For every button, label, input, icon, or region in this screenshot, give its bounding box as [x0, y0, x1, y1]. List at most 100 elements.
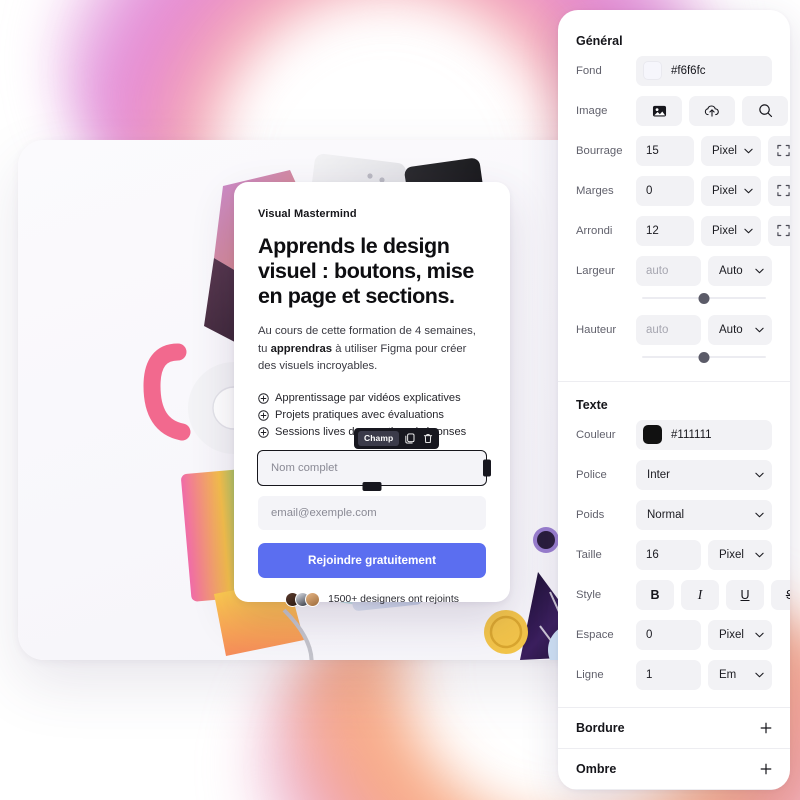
row-espace: Espace 0 Pixel [576, 617, 772, 652]
resize-handle-bottom[interactable] [362, 481, 382, 491]
couleur-color-value: #111111 [671, 428, 712, 441]
chevron-down-icon [755, 268, 764, 273]
chevron-down-icon [744, 188, 753, 193]
hauteur-slider-thumb[interactable] [698, 351, 710, 363]
duplicate-icon[interactable] [402, 431, 417, 446]
social-proof-label: 1500+ designers ont rejoints [328, 593, 459, 605]
join-free-button[interactable]: Rejoindre gratuitement [258, 542, 486, 578]
description-text: Au cours de cette formation de 4 semaine… [258, 323, 486, 374]
brand-label: Visual Mastermind [258, 208, 357, 220]
row-hauteur: Hauteur auto Auto [576, 312, 772, 347]
style-label: Style [576, 588, 602, 601]
chevron-down-icon [744, 228, 753, 233]
arrondi-unit-select[interactable]: Pixel [701, 215, 761, 246]
arrondi-label: Arrondi [576, 224, 613, 237]
underline-button[interactable]: U [726, 579, 764, 610]
image-icon[interactable] [636, 95, 682, 126]
row-bourrage: Bourrage 15 Pixel [576, 133, 790, 168]
cloud-upload-icon[interactable] [689, 95, 735, 126]
fond-color-swatch[interactable] [643, 61, 662, 80]
row-arrondi: Arrondi 12 Pixel [576, 213, 790, 248]
accordion-ombre-label: Ombre [576, 762, 617, 776]
accordion-ombre[interactable]: Ombre [576, 749, 772, 789]
hauteur-slider[interactable] [636, 348, 772, 366]
search-icon[interactable] [742, 95, 788, 126]
ligne-label: Ligne [576, 668, 604, 681]
list-item: Projets pratiques avec évaluations [258, 407, 486, 424]
bourrage-label: Bourrage [576, 144, 623, 157]
hauteur-mode-select[interactable]: Auto [708, 314, 772, 345]
poids-label: Poids [576, 508, 605, 521]
couleur-label: Couleur [576, 428, 616, 441]
marges-value-input[interactable]: 0 [636, 175, 694, 206]
bourrage-expand-corners-icon[interactable] [768, 135, 790, 166]
italic-button[interactable]: I [681, 579, 719, 610]
row-taille: Taille 16 Pixel [576, 537, 772, 572]
couleur-color-swatch[interactable] [643, 425, 662, 444]
row-largeur: Largeur auto Auto [576, 253, 772, 288]
chevron-down-icon [755, 327, 764, 332]
image-label: Image [576, 104, 608, 117]
arrondi-value-input[interactable]: 12 [636, 215, 694, 246]
couleur-color-input[interactable]: #111111 [636, 419, 772, 450]
espace-unit-select[interactable]: Pixel [708, 619, 772, 650]
avatar-group [285, 591, 321, 607]
accordion-bordure[interactable]: Bordure [576, 708, 772, 748]
ligne-unit-value: Em [719, 668, 737, 681]
selection-type-chip[interactable]: Champ [358, 430, 400, 446]
row-image: Image [576, 93, 788, 128]
fond-color-input[interactable]: #f6f6fc [636, 55, 772, 86]
trash-icon[interactable] [420, 431, 435, 446]
ligne-unit-select[interactable]: Em [708, 659, 772, 690]
chevron-down-icon [755, 672, 764, 677]
list-item: Apprentissage par vidéos explicatives [258, 390, 486, 407]
arrondi-expand-corners-icon[interactable] [768, 215, 790, 246]
largeur-slider-thumb[interactable] [698, 292, 710, 304]
hauteur-label: Hauteur [576, 323, 617, 336]
marges-unit-select[interactable]: Pixel [701, 175, 761, 206]
social-proof: 1500+ designers ont rejoints [258, 591, 486, 607]
full-name-placeholder: Nom complet [271, 461, 338, 474]
full-name-input[interactable]: Nom complet [257, 449, 487, 486]
taille-value-input[interactable]: 16 [636, 539, 701, 570]
description-emphasis: apprendras [270, 342, 333, 355]
espace-label: Espace [576, 628, 614, 641]
email-placeholder: email@exemple.com [271, 506, 377, 519]
row-marges: Marges 0 Pixel [576, 173, 790, 208]
selected-field-group: Champ Nom complet [257, 427, 491, 491]
espace-value-input[interactable]: 0 [636, 619, 701, 650]
marges-label: Marges [576, 184, 614, 197]
list-item-label: Projets pratiques avec évaluations [275, 408, 444, 421]
avatar [305, 591, 321, 607]
hauteur-value-input[interactable]: auto [636, 314, 701, 345]
plus-icon[interactable] [760, 722, 772, 734]
strikethrough-button[interactable]: S [771, 579, 790, 610]
espace-unit-value: Pixel [719, 628, 744, 641]
chevron-down-icon [755, 512, 764, 517]
police-select[interactable]: Inter [636, 459, 772, 490]
marges-expand-corners-icon[interactable] [768, 175, 790, 206]
texte-section-title: Texte [576, 398, 608, 412]
landing-card: Visual Mastermind Apprends le design vis… [234, 182, 510, 607]
email-input[interactable]: email@exemple.com [258, 495, 486, 530]
largeur-slider[interactable] [636, 289, 772, 307]
bourrage-unit-select[interactable]: Pixel [701, 135, 761, 166]
largeur-mode-select[interactable]: Auto [708, 255, 772, 286]
chevron-down-icon [755, 552, 764, 557]
plus-circle-icon [258, 410, 269, 421]
general-section-title: Général [576, 34, 623, 48]
largeur-value-input[interactable]: auto [636, 255, 701, 286]
fond-label: Fond [576, 64, 602, 77]
police-label: Police [576, 468, 607, 481]
screenshot-stage: Visual Mastermind Apprends le design vis… [0, 0, 800, 800]
largeur-label: Largeur [576, 264, 615, 277]
plus-icon[interactable] [760, 763, 772, 775]
taille-unit-select[interactable]: Pixel [708, 539, 772, 570]
bourrage-value-input[interactable]: 15 [636, 135, 694, 166]
resize-handle-right[interactable] [483, 459, 491, 477]
bold-button[interactable]: B [636, 579, 674, 610]
selection-toolbar[interactable]: Champ [354, 427, 440, 449]
chevron-down-icon [755, 472, 764, 477]
ligne-value-input[interactable]: 1 [636, 659, 701, 690]
poids-select[interactable]: Normal [636, 499, 772, 530]
